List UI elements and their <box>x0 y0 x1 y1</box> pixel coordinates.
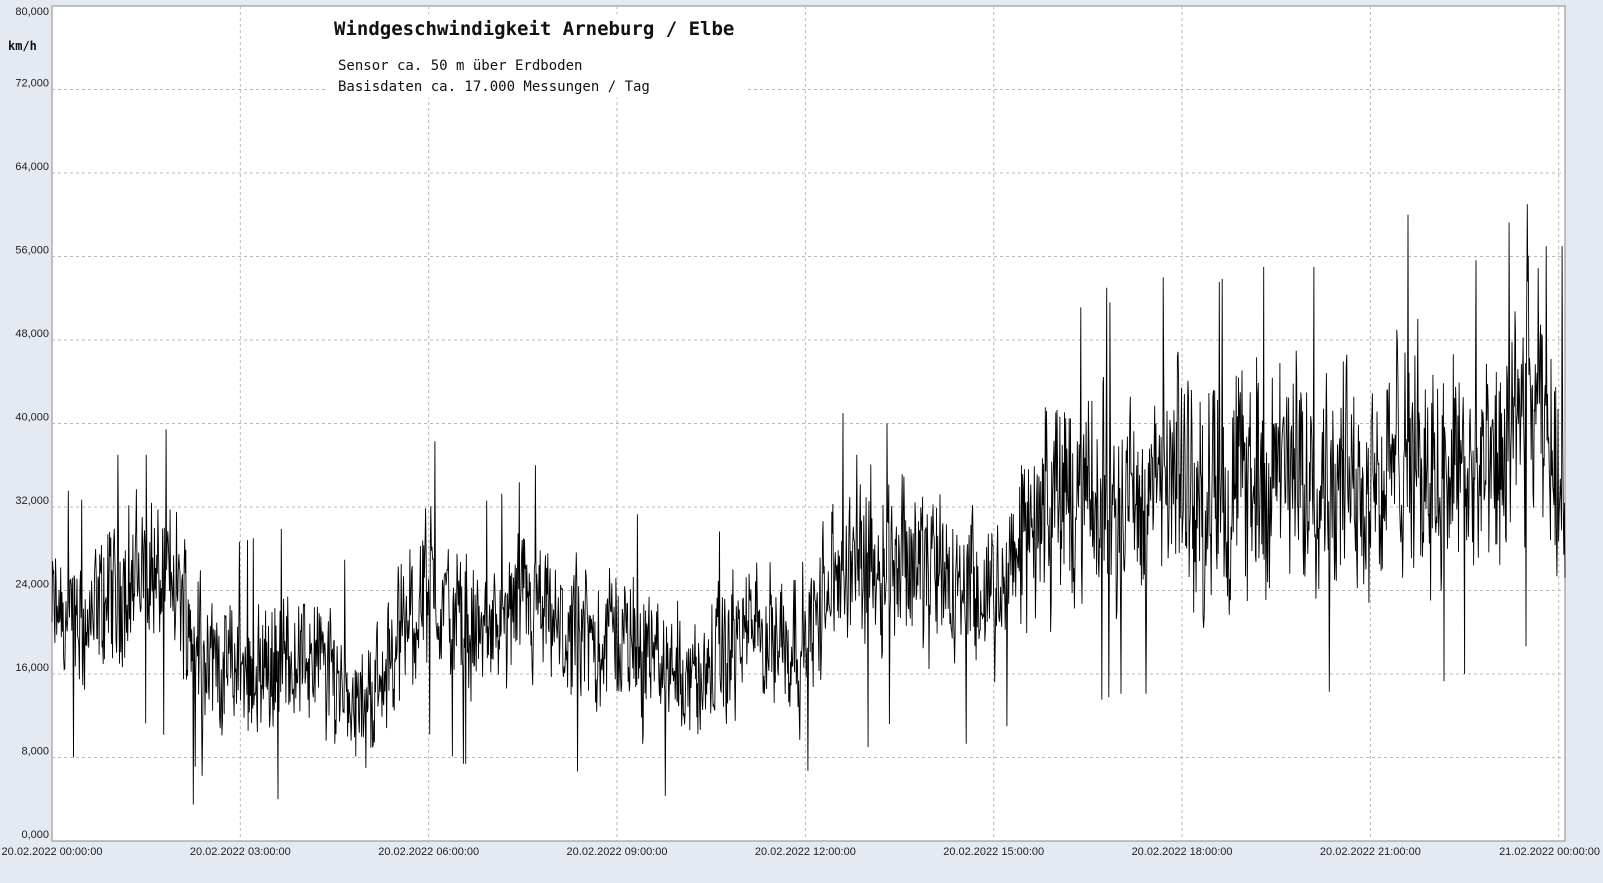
wind-speed-chart: 0,000 8,000 16,000 24,000 32,000 40,000 48,000… <box>0 0 1603 883</box>
x-tick-label: 20.02.2022 15:00:00 <box>943 846 1044 858</box>
y-tick-label: 64,000 <box>15 161 49 173</box>
y-axis-ticks: 0,000 8,000 16,000 24,000 32,000 40,000 48,000… <box>15 6 49 841</box>
y-tick-label: 32,000 <box>15 495 49 507</box>
x-tick-label: 20.02.2022 21:00:00 <box>1320 846 1421 858</box>
chart-title: Windgeschwindigkeit Arneburg / Elbe <box>334 18 734 40</box>
chart-subtitle-basisdaten: Basisdaten ca. 17.000 Messungen / Tag <box>338 79 650 95</box>
y-tick-label: 24,000 <box>15 579 49 591</box>
x-tick-label: 20.02.2022 09:00:00 <box>567 846 668 858</box>
y-tick-label: 56,000 <box>15 245 49 257</box>
x-tick-label: 20.02.2022 06:00:00 <box>378 846 479 858</box>
y-tick-label: 8,000 <box>21 746 49 758</box>
x-tick-label: 20.02.2022 18:00:00 <box>1132 846 1233 858</box>
chart-subtitle-sensor: Sensor ca. 50 m über Erdboden <box>338 58 582 74</box>
y-tick-label: 40,000 <box>15 412 49 424</box>
y-tick-label: 0,000 <box>21 829 49 841</box>
y-tick-label: 80,000 <box>15 6 49 18</box>
x-tick-label: 20.02.2022 03:00:00 <box>190 846 291 858</box>
y-axis-label: km/h <box>8 39 37 53</box>
x-tick-label: 20.02.2022 00:00:00 <box>2 846 103 858</box>
x-tick-label: 20.02.2022 12:00:00 <box>755 846 856 858</box>
y-tick-label: 48,000 <box>15 328 49 340</box>
chart-canvas: 0,000 8,000 16,000 24,000 32,000 40,000 48,000… <box>2 5 1600 858</box>
y-tick-label: 72,000 <box>15 78 49 90</box>
y-tick-label: 16,000 <box>15 662 49 674</box>
x-axis-ticks: 20.02.2022 00:00:00 20.02.2022 03:00:00 20… <box>2 846 1600 858</box>
x-tick-label: 21.02.2022 00:00:00 <box>1499 846 1600 858</box>
